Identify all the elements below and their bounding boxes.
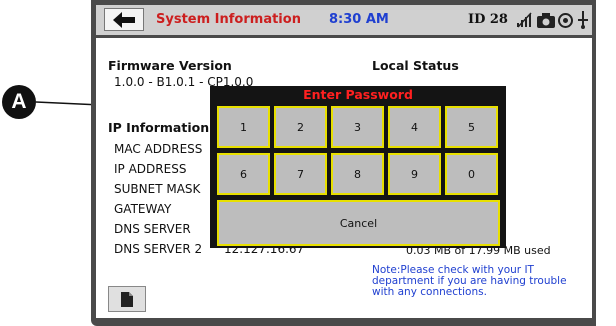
page-title: System Information <box>156 12 301 27</box>
keypad-key-8[interactable]: 8 <box>331 153 384 195</box>
back-button[interactable] <box>104 8 144 31</box>
it-note: Note:Please check with your IT departmen… <box>372 264 567 298</box>
local-status-label: Local Status <box>372 58 459 73</box>
back-arrow-icon <box>113 11 135 28</box>
keypad-key-9[interactable]: 9 <box>388 153 441 195</box>
mac-address-label: MAC ADDRESS <box>114 142 203 156</box>
document-icon <box>121 291 133 307</box>
password-dialog-title: Enter Password <box>303 87 413 102</box>
usb-icon <box>576 10 590 30</box>
ip-info-heading: IP Information <box>108 120 210 135</box>
keypad-key-0[interactable]: 0 <box>445 153 498 195</box>
keypad-key-5[interactable]: 5 <box>445 106 498 148</box>
device-id: ID 28 <box>468 12 508 27</box>
dns-server-label: DNS SERVER <box>114 222 191 236</box>
document-button[interactable] <box>108 286 146 312</box>
firmware-label: Firmware Version <box>108 58 232 73</box>
gateway-label: GATEWAY <box>114 202 172 216</box>
subnet-mask-label: SUBNET MASK <box>114 182 201 196</box>
gear-icon <box>558 10 573 30</box>
keypad-key-7[interactable]: 7 <box>274 153 327 195</box>
keypad-key-2[interactable]: 2 <box>274 106 327 148</box>
keypad-key-3[interactable]: 3 <box>331 106 384 148</box>
keypad-key-6[interactable]: 6 <box>217 153 270 195</box>
top-bar: System Information 8:30 AM ID 28 <box>96 5 592 35</box>
password-dialog: Enter Password 1 2 3 4 5 6 7 8 9 0 Cance… <box>210 86 506 248</box>
keypad-key-4[interactable]: 4 <box>388 106 441 148</box>
wifi-off-icon <box>516 10 532 30</box>
camera-icon <box>537 10 555 30</box>
dns-server-2-label: DNS SERVER 2 <box>114 242 203 256</box>
ip-address-label: IP ADDRESS <box>114 162 187 176</box>
cancel-button[interactable]: Cancel <box>217 200 500 246</box>
clock-time: 8:30 AM <box>329 12 389 27</box>
keypad-key-1[interactable]: 1 <box>217 106 270 148</box>
